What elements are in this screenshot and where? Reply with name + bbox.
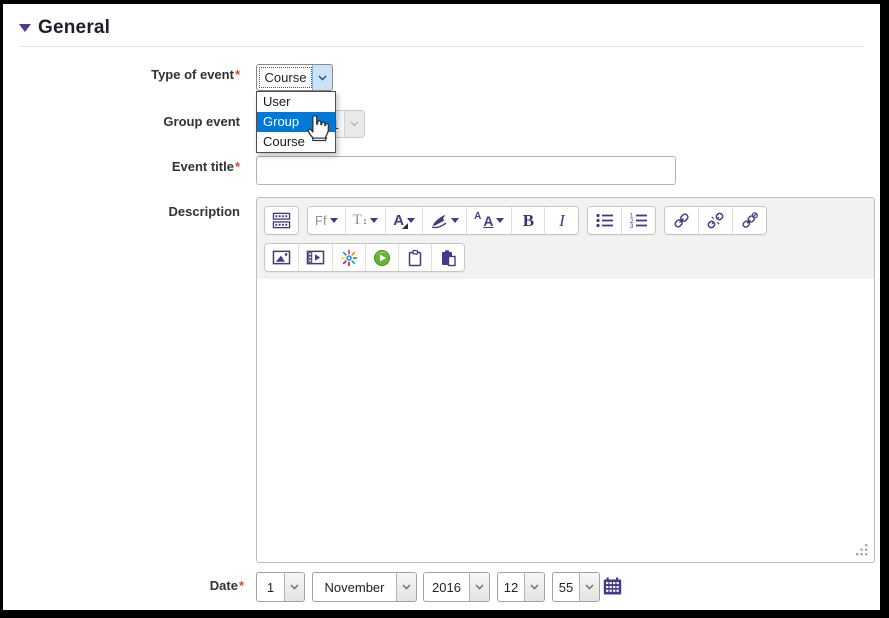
prevent-autolink-button[interactable] xyxy=(733,207,766,234)
chevron-down-icon[interactable] xyxy=(312,65,332,90)
toolbar-toggle-button[interactable] xyxy=(265,207,298,234)
dropdown-option-course[interactable]: Course xyxy=(257,132,335,152)
color-corner-icon xyxy=(402,223,408,229)
chevron-down-icon xyxy=(524,573,544,601)
record-icon xyxy=(373,249,391,267)
chevron-down-icon xyxy=(396,573,416,601)
resize-handle-icon[interactable] xyxy=(855,543,869,557)
bold-button[interactable]: B xyxy=(512,207,545,234)
chevron-down-icon xyxy=(579,573,599,601)
ordered-list-button[interactable]: 1 2 3 xyxy=(622,207,655,234)
form-page: General Type of event* Course User Group… xyxy=(3,4,880,610)
description-editor: Ff T↕ A xyxy=(256,197,875,563)
date-month-select[interactable]: November xyxy=(312,572,417,602)
size-arrows-icon: ↕ xyxy=(363,216,368,226)
dropdown-option-user[interactable]: User xyxy=(257,92,335,112)
caret-down-icon xyxy=(370,218,378,223)
type-of-event-dropdown: User Group Course xyxy=(256,91,336,153)
caret-down-icon xyxy=(496,218,504,223)
bullet-list-icon xyxy=(595,212,614,229)
font-family-button[interactable]: Ff xyxy=(308,207,346,234)
group-event-label: Group event xyxy=(3,114,240,129)
pen-icon xyxy=(430,213,448,229)
description-editor-content[interactable] xyxy=(257,279,874,562)
calendar-icon xyxy=(603,577,622,595)
required-asterisk: * xyxy=(235,67,240,82)
emoji-icon xyxy=(340,249,358,267)
unlink-icon xyxy=(706,211,725,230)
type-of-event-label: Type of event* xyxy=(3,67,240,82)
collapse-toolbar-icon xyxy=(272,211,291,230)
dropdown-option-group[interactable]: Group xyxy=(257,112,335,132)
date-minute-select[interactable]: 55 xyxy=(552,572,600,602)
clipboard-icon xyxy=(406,249,424,267)
date-day-select[interactable]: 1 xyxy=(256,572,305,602)
numbered-list-icon: 1 2 3 xyxy=(629,212,648,229)
record-media-button[interactable] xyxy=(366,244,399,271)
media-icon xyxy=(306,249,325,266)
required-asterisk: * xyxy=(235,159,240,174)
collapse-triangle-icon[interactable] xyxy=(19,24,31,32)
description-label: Description xyxy=(3,204,240,219)
unlink-button[interactable] xyxy=(699,207,733,234)
image-icon xyxy=(272,249,291,266)
chevron-down-icon xyxy=(284,573,304,601)
paste-button[interactable] xyxy=(399,244,432,271)
font-size-button[interactable]: T↕ xyxy=(346,207,387,234)
insert-media-button[interactable] xyxy=(299,244,333,271)
paste-special-button[interactable] xyxy=(432,244,464,271)
insert-image-button[interactable] xyxy=(265,244,299,271)
font-color-button[interactable]: A xyxy=(386,207,423,234)
highlight-button[interactable] xyxy=(423,207,467,234)
unordered-list-button[interactable] xyxy=(588,207,622,234)
link-icon xyxy=(672,211,691,230)
section-header-general[interactable]: General xyxy=(19,17,110,39)
event-title-label: Event title* xyxy=(3,159,240,174)
date-hour-select[interactable]: 12 xyxy=(497,572,545,602)
caret-down-icon xyxy=(407,218,415,223)
section-divider xyxy=(19,46,864,47)
chevron-down-icon xyxy=(469,573,489,601)
section-title: General xyxy=(38,17,110,39)
event-title-input[interactable] xyxy=(256,156,676,185)
emoji-picker-button[interactable] xyxy=(333,244,366,271)
clipboard-pages-icon xyxy=(439,249,457,267)
link-button[interactable] xyxy=(665,207,699,234)
type-of-event-select[interactable]: Course xyxy=(256,64,333,91)
text-case-button[interactable]: AA xyxy=(467,207,512,234)
date-label: Date* xyxy=(3,578,244,593)
caret-down-icon xyxy=(330,218,338,223)
calendar-picker-button[interactable] xyxy=(603,577,622,595)
chevron-down-icon xyxy=(344,111,364,137)
date-year-select[interactable]: 2016 xyxy=(423,572,490,602)
caret-down-icon xyxy=(451,218,459,223)
svg-text:3: 3 xyxy=(630,224,634,229)
autolink-off-icon xyxy=(740,211,759,230)
editor-toolbar: Ff T↕ A xyxy=(257,198,874,279)
required-asterisk: * xyxy=(239,578,244,593)
italic-button[interactable]: I xyxy=(545,207,578,234)
